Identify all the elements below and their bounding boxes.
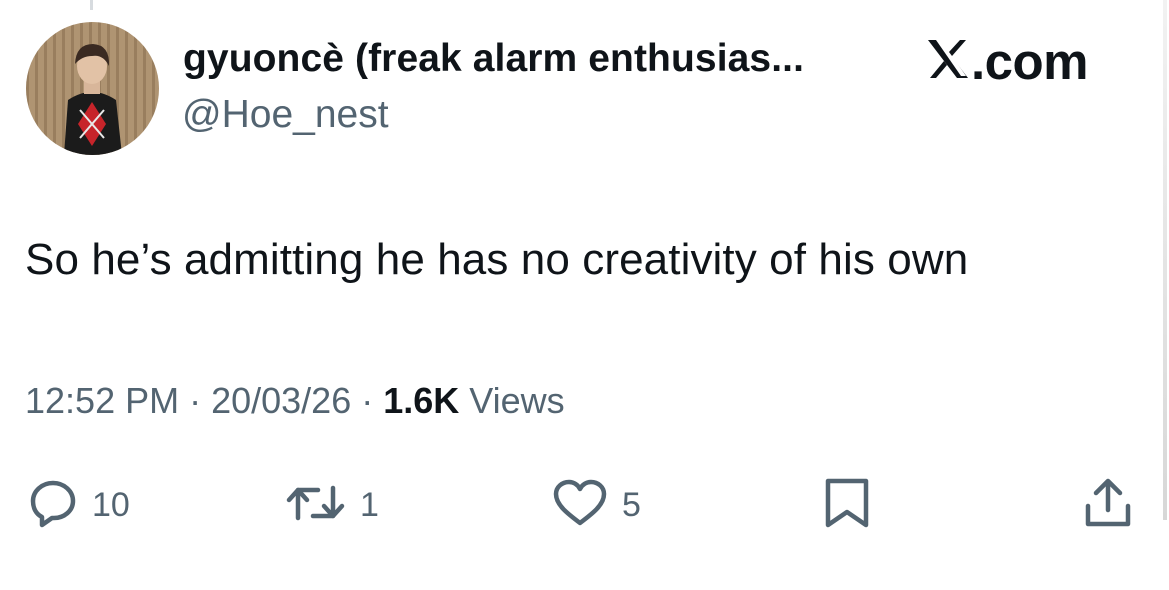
top-divider-mark (90, 0, 93, 10)
tweet-meta: 12:52 PM · 20/03/26 · 1.6K Views (25, 380, 565, 422)
heart-icon (552, 478, 608, 533)
author-handle[interactable]: @Hoe_nest (182, 93, 389, 137)
like-button[interactable]: 5 (552, 475, 641, 535)
meta-separator: · (351, 380, 384, 421)
share-icon (1082, 476, 1134, 535)
bookmark-button[interactable] (822, 475, 872, 535)
retweet-icon (286, 478, 346, 533)
tweet-text: So he’s admitting he has no creativity o… (25, 235, 969, 284)
views-count[interactable]: 1.6K (383, 380, 459, 421)
tweet-date[interactable]: 20/03/26 (211, 380, 351, 421)
views-label: Views (459, 380, 565, 421)
retweet-count: 1 (360, 485, 379, 524)
reply-icon (28, 478, 78, 533)
avatar[interactable] (26, 22, 159, 155)
bookmark-icon (822, 476, 872, 535)
brand-logo[interactable]: .com (927, 32, 1089, 90)
x-logo-icon (927, 39, 969, 84)
meta-separator: · (179, 380, 212, 421)
retweet-button[interactable]: 1 (286, 475, 379, 535)
tweet-time[interactable]: 12:52 PM (25, 380, 179, 421)
author-display-name[interactable]: gyuoncè (freak alarm enthusias... (183, 37, 804, 81)
reply-button[interactable]: 10 (28, 475, 130, 535)
tweet-actions: 10 1 5 (0, 475, 1169, 535)
scrollbar-track (1163, 0, 1167, 520)
reply-count: 10 (92, 485, 130, 524)
brand-text: .com (971, 32, 1089, 90)
share-button[interactable] (1082, 475, 1134, 535)
like-count: 5 (622, 485, 641, 524)
